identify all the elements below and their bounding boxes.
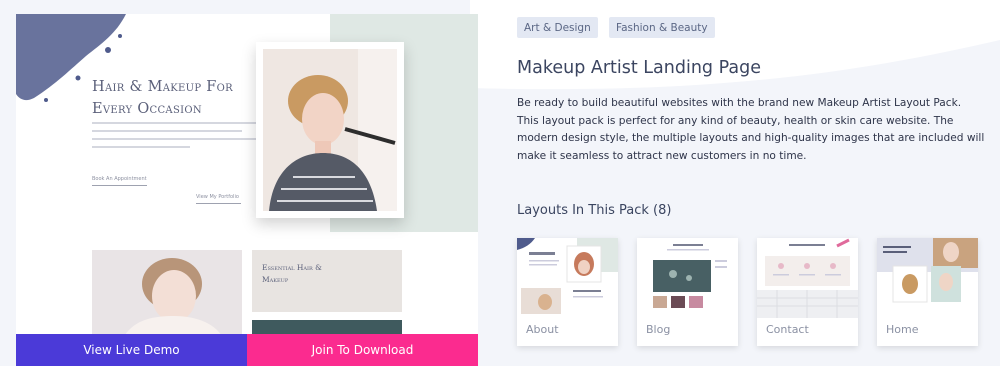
layout-label-blog: Blog (646, 323, 671, 336)
body-text-lines (92, 122, 264, 154)
layout-card-blog[interactable]: Blog (637, 238, 738, 346)
book-appointment-link: Book An Appointment (92, 176, 147, 186)
layouts-heading: Layouts In This Pack (8) (517, 203, 672, 218)
layout-card-about[interactable]: About (517, 238, 618, 346)
about-layout-thumbnail (517, 238, 618, 318)
layout-label-contact: Contact (766, 323, 809, 336)
hero-title: Hair & Makeup For Every Occasion (92, 79, 233, 117)
essential-makeup-thumbnail: Essential Hair & Makeup (252, 250, 402, 312)
hero-photo (256, 42, 404, 218)
layout-preview[interactable]: Hair & Makeup For Every Occasion Book An… (16, 14, 478, 366)
contact-layout-thumbnail (757, 238, 858, 318)
blog-layout-thumbnail (637, 238, 738, 318)
tag-fashion-beauty[interactable]: Fashion & Beauty (609, 17, 715, 38)
page-title: Makeup Artist Landing Page (517, 58, 761, 78)
layout-label-home: Home (886, 323, 919, 336)
layout-card-contact[interactable]: Contact (757, 238, 858, 346)
layout-label-about: About (526, 323, 559, 336)
home-layout-thumbnail (877, 238, 978, 318)
portfolio-link: View My Portfolio (196, 194, 241, 204)
pack-description: Be ready to build beautiful websites wit… (517, 97, 985, 162)
view-live-demo-button[interactable]: View Live Demo (16, 334, 247, 366)
bride-photo-thumbnail (92, 250, 242, 340)
join-to-download-button[interactable]: Join To Download (247, 334, 478, 366)
tag-art-design[interactable]: Art & Design (517, 17, 598, 38)
makeup-artist-photo (263, 49, 397, 211)
layout-card-home[interactable]: Home (877, 238, 978, 346)
thumbnail-title: Essential Hair & Makeup (262, 263, 322, 284)
